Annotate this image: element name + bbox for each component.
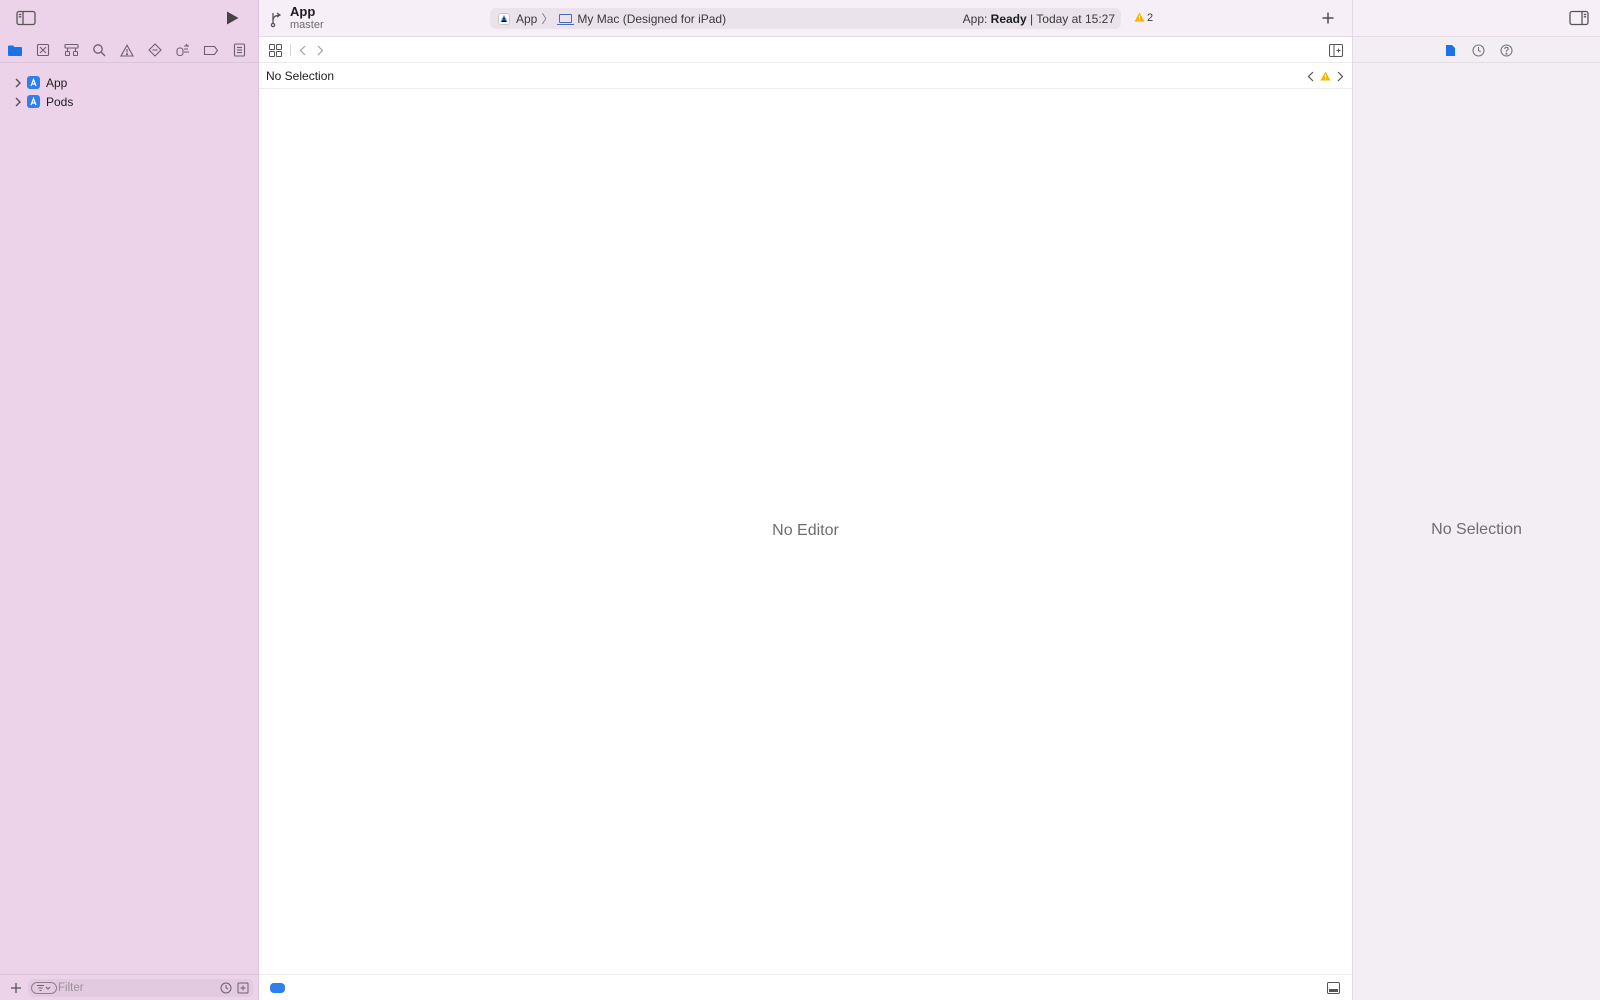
previous-issue-icon[interactable]: [1304, 67, 1316, 85]
branch-icon[interactable]: [267, 8, 287, 30]
debug-navigator-icon[interactable]: [173, 41, 193, 59]
inspector-empty-message: No Selection: [1431, 521, 1522, 538]
chevron-right-icon: 〉: [541, 12, 554, 26]
quick-help-inspector-icon[interactable]: [1497, 41, 1515, 59]
source-control-navigator-icon[interactable]: [33, 41, 53, 59]
inspector-toggle-icon[interactable]: [1567, 8, 1591, 28]
project-name: App: [290, 4, 316, 19]
navigate-back-icon[interactable]: [294, 41, 310, 59]
inspector-toolbar: [1353, 0, 1600, 37]
tree-item-app[interactable]: App: [0, 73, 259, 92]
breakpoints-toggle-icon[interactable]: [270, 983, 285, 993]
status-prefix: App:: [962, 12, 991, 26]
test-navigator-icon[interactable]: [145, 41, 165, 59]
navigator-tab-bar: [0, 37, 259, 63]
warning-icon: [1134, 12, 1145, 25]
report-navigator-icon[interactable]: [229, 41, 249, 59]
disclosure-chevron-right-icon[interactable]: [12, 96, 24, 108]
disclosure-chevron-right-icon[interactable]: [12, 77, 24, 89]
debug-area-toggle-icon[interactable]: [1324, 979, 1342, 997]
status-suffix: | Today at 15:27: [1026, 12, 1115, 26]
project-navigator-icon[interactable]: [5, 41, 25, 59]
add-file-button[interactable]: [8, 979, 24, 997]
filter-field: [28, 979, 253, 997]
inspector-panel: No Selection: [1352, 0, 1600, 1000]
find-navigator-icon[interactable]: [89, 41, 109, 59]
debug-area-bar: [259, 974, 1352, 1000]
status-state: Ready: [990, 12, 1027, 26]
inspector-tab-bar: [1353, 37, 1600, 63]
breakpoint-navigator-icon[interactable]: [201, 41, 221, 59]
tree-item-label: Pods: [46, 94, 74, 109]
build-status: App: Ready | Today at 15:27: [963, 12, 1115, 26]
scheme-app-icon: [498, 12, 510, 25]
add-editor-split-icon[interactable]: [1326, 41, 1346, 59]
recent-files-clock-icon[interactable]: [219, 981, 233, 995]
jump-bar: No Selection: [259, 63, 1352, 89]
divider: [290, 44, 291, 56]
symbol-navigator-icon[interactable]: [61, 41, 81, 59]
editor-area: No Editor: [259, 89, 1352, 974]
scheme-label: App: [516, 11, 538, 26]
filter-options-icon[interactable]: [31, 982, 57, 994]
filter-input[interactable]: [58, 979, 208, 997]
issue-navigator-icon[interactable]: [117, 41, 137, 59]
file-inspector-icon[interactable]: [1441, 41, 1459, 59]
tree-item-pods[interactable]: Pods: [0, 92, 259, 111]
history-inspector-icon[interactable]: [1469, 41, 1487, 59]
warning-badge[interactable]: 2: [1134, 9, 1153, 27]
scheme-selector[interactable]: App: [498, 12, 537, 26]
sidebar-toggle-icon[interactable]: [14, 8, 38, 28]
laptop-icon: [557, 14, 575, 25]
activity-view: App 〉 My Mac (Designed for iPad) App: Re…: [490, 8, 1121, 29]
navigate-forward-icon[interactable]: [312, 41, 328, 59]
navigator-filter-bar: [0, 974, 259, 1000]
tree-item-label: App: [46, 75, 68, 90]
run-button[interactable]: [221, 7, 243, 29]
issue-warning-icon[interactable]: [1318, 67, 1332, 85]
app-project-icon: [27, 95, 40, 108]
destination-selector[interactable]: My Mac (Designed for iPad): [557, 11, 727, 26]
destination-label: My Mac (Designed for iPad): [577, 11, 727, 26]
app-project-icon: [27, 76, 40, 89]
related-items-grid-icon[interactable]: [266, 41, 284, 59]
source-control-filter-icon[interactable]: [236, 981, 250, 995]
library-add-button[interactable]: [1318, 8, 1338, 28]
navigator-panel: App Pods: [0, 0, 259, 1000]
empty-editor-message: No Editor: [772, 522, 839, 539]
warning-count: 2: [1147, 12, 1154, 24]
branch-name[interactable]: master: [290, 19, 324, 31]
jump-bar-title[interactable]: No Selection: [266, 69, 334, 83]
editor-tab-bar: [259, 37, 1352, 63]
next-issue-icon[interactable]: [1334, 67, 1346, 85]
project-tree: App Pods: [0, 73, 259, 111]
